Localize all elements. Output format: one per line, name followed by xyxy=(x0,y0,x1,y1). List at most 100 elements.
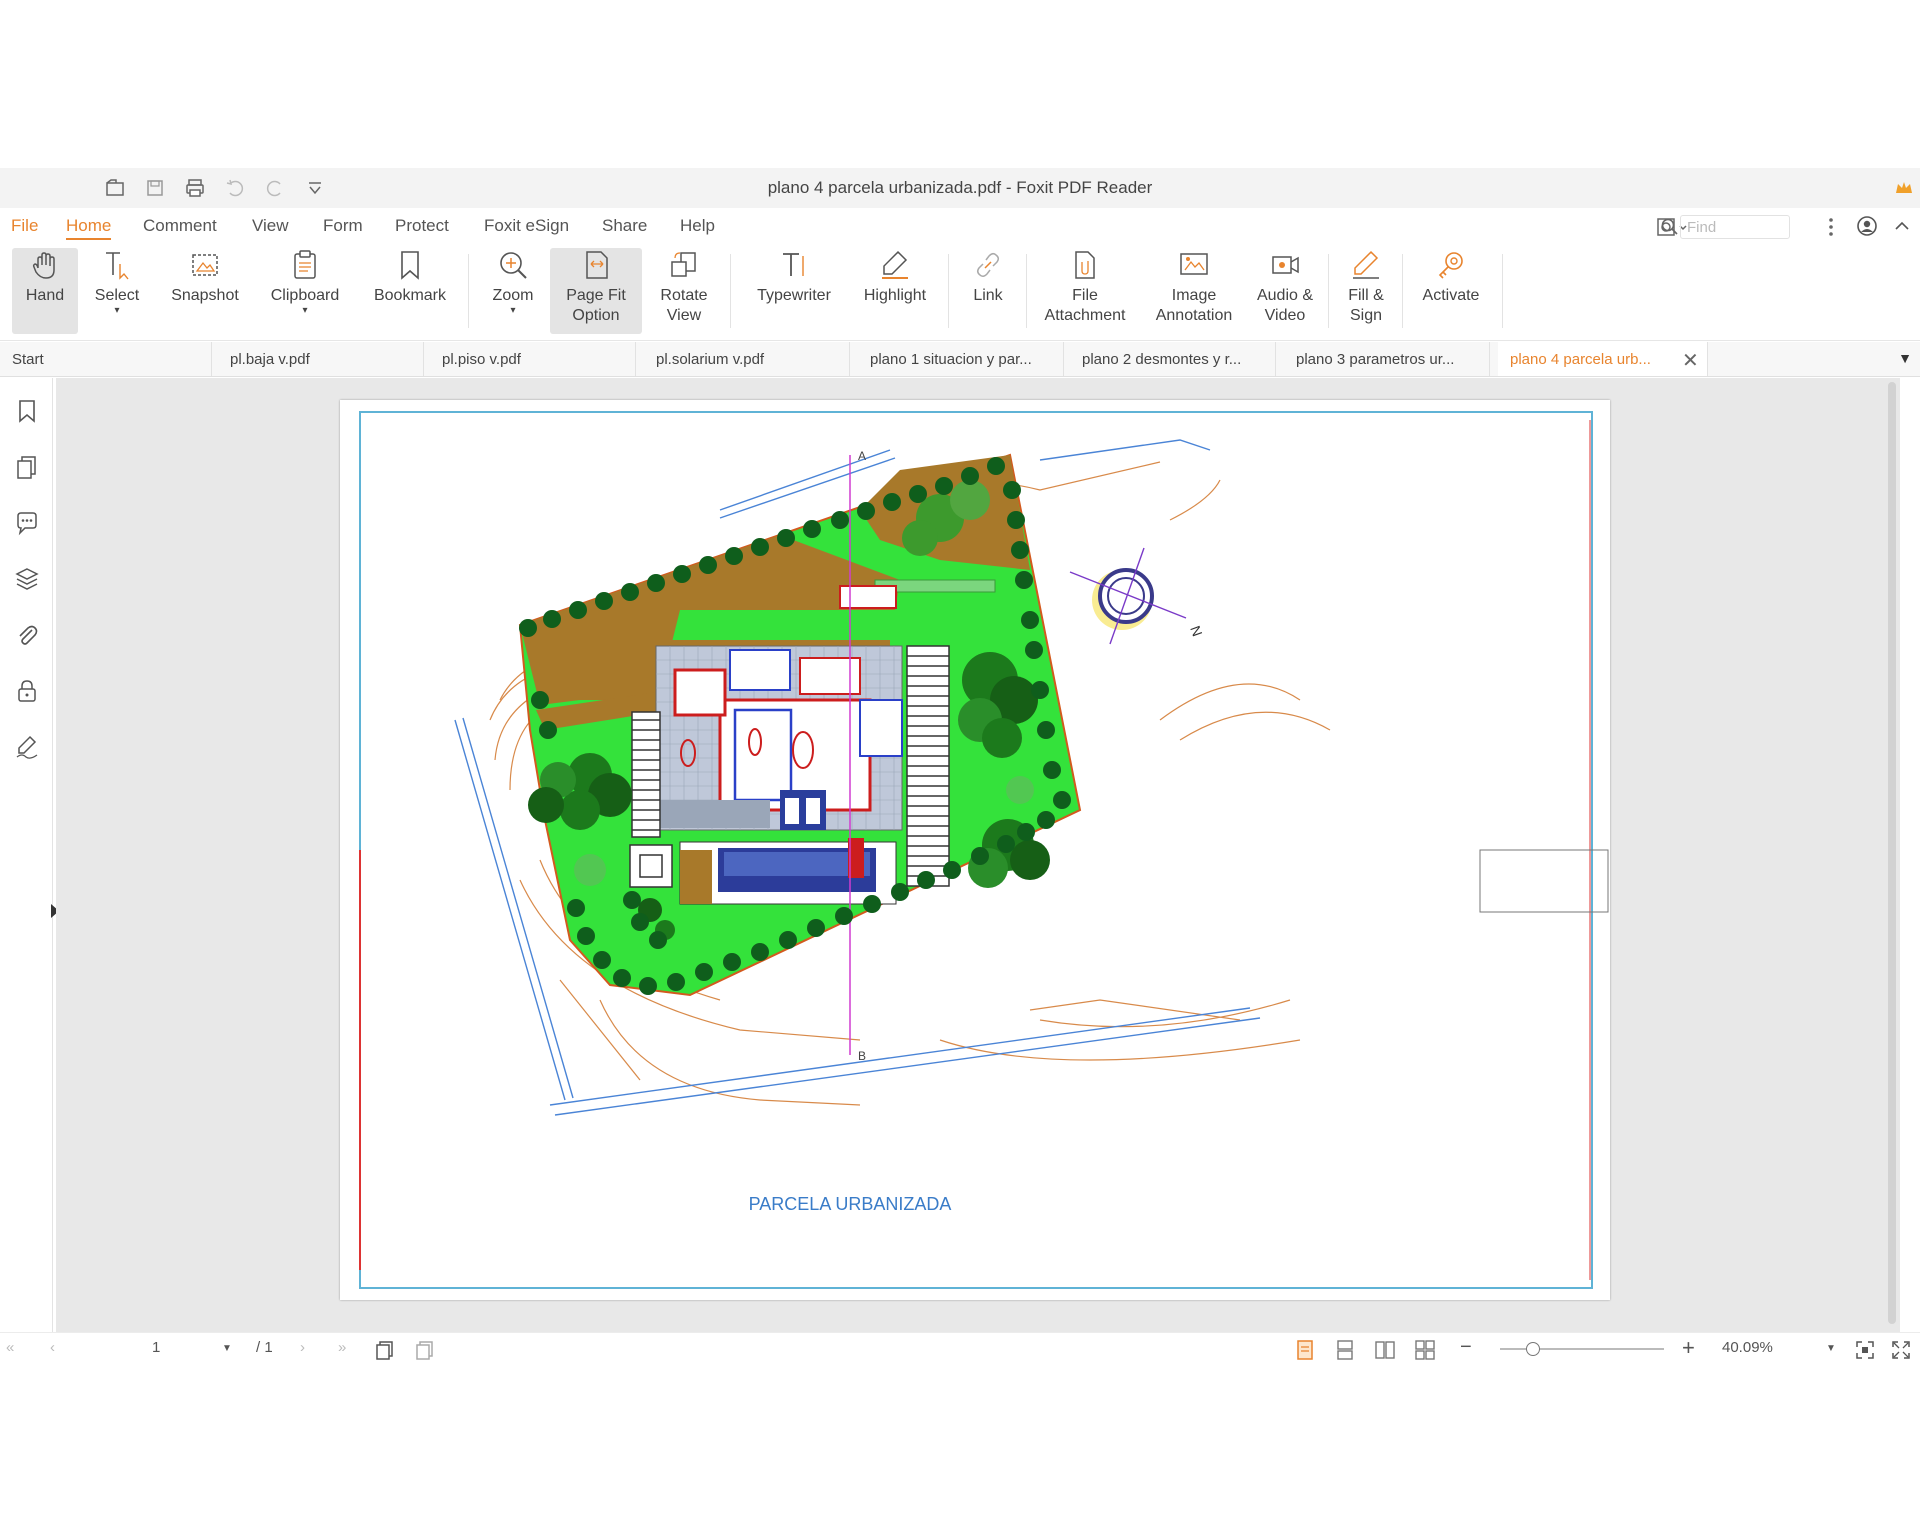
pages-panel-icon[interactable] xyxy=(14,454,40,480)
section-label-a: A xyxy=(858,449,866,463)
page-dropdown-icon[interactable]: ▼ xyxy=(222,1343,232,1354)
zoom-label: Zoom xyxy=(492,287,534,304)
fill-sign-button[interactable]: Fill & Sign xyxy=(1338,248,1394,334)
snapshot-icon xyxy=(192,254,218,276)
audio-video-button[interactable]: Audio & Video xyxy=(1250,248,1320,334)
continuous-facing-view-icon[interactable] xyxy=(1414,1339,1436,1361)
clipboard-dropdown-icon[interactable]: ▾ xyxy=(302,306,307,316)
link-button[interactable]: Link xyxy=(960,248,1016,334)
menu-foxit-esign[interactable]: Foxit eSign xyxy=(484,216,569,236)
clipboard-label: Clipboard xyxy=(270,287,340,304)
fill-sign-icon xyxy=(1353,250,1379,279)
ribbon-separator xyxy=(1026,254,1027,328)
menu-home[interactable]: Home xyxy=(66,216,112,240)
select-text-icon xyxy=(106,252,129,280)
bookmark-label: Bookmark xyxy=(373,287,447,304)
first-page-icon[interactable]: « xyxy=(6,1339,14,1356)
tab-plano-4-active[interactable]: plano 4 parcela urb... xyxy=(1498,342,1708,376)
single-page-view-icon[interactable] xyxy=(1294,1339,1316,1361)
zoom-in-icon[interactable]: + xyxy=(1682,1335,1695,1361)
search-icon xyxy=(1661,218,1678,235)
vertical-scrollbar[interactable] xyxy=(1888,382,1896,1324)
tab-plano-1[interactable]: plano 1 situacion y par... xyxy=(858,342,1064,376)
full-screen-icon[interactable] xyxy=(1890,1339,1912,1361)
ribbon-separator xyxy=(1328,254,1329,328)
rotate-label-line1: Rotate xyxy=(660,287,708,304)
facing-view-icon[interactable] xyxy=(1374,1339,1396,1361)
continuous-view-icon[interactable] xyxy=(1334,1339,1356,1361)
signature-panel-icon[interactable] xyxy=(14,734,40,760)
zoom-button[interactable]: Zoom ▾ xyxy=(480,248,546,334)
account-icon[interactable] xyxy=(1856,215,1878,237)
clipboard-button[interactable]: Clipboard ▾ xyxy=(260,248,350,334)
fill-sign-line2: Sign xyxy=(1349,307,1383,324)
select-tool-button[interactable]: Select ▾ xyxy=(86,248,148,334)
zoom-out-icon[interactable]: − xyxy=(1460,1336,1472,1359)
tab-plano-3[interactable]: plano 3 parametros ur... xyxy=(1284,342,1490,376)
pdf-page: A B N PARCELA URBANIZADA xyxy=(340,400,1610,1300)
security-panel-icon[interactable] xyxy=(14,678,40,704)
attachments-panel-icon[interactable] xyxy=(14,622,40,648)
menu-comment[interactable]: Comment xyxy=(143,216,217,236)
file-attachment-icon xyxy=(1075,251,1095,279)
hand-tool-button[interactable]: Hand xyxy=(12,248,78,334)
select-dropdown-icon[interactable]: ▾ xyxy=(114,306,119,316)
page-fit-icon xyxy=(586,251,608,279)
window-title: plano 4 parcela urbanizada.pdf - Foxit P… xyxy=(767,178,1153,197)
file-attachment-line2: Attachment xyxy=(1044,307,1126,324)
tab-plano-2[interactable]: plano 2 desmontes y r... xyxy=(1070,342,1276,376)
menu-protect[interactable]: Protect xyxy=(395,216,449,236)
highlight-button[interactable]: Highlight xyxy=(852,248,938,334)
zoom-dropdown-icon[interactable]: ▼ xyxy=(1826,1343,1836,1354)
north-arrow-compass: N xyxy=(1069,547,1206,645)
more-options-icon[interactable] xyxy=(1826,216,1836,238)
tab-start[interactable]: Start xyxy=(0,342,212,376)
zoom-level[interactable]: 40.09% xyxy=(1722,1339,1773,1356)
fit-page-icon[interactable] xyxy=(1854,1339,1876,1361)
zoom-dropdown-icon[interactable]: ▾ xyxy=(510,306,515,316)
crown-icon[interactable] xyxy=(1894,178,1914,198)
layers-panel-icon[interactable] xyxy=(14,566,40,592)
file-attachment-line1: File xyxy=(1072,287,1098,304)
link-label: Link xyxy=(973,287,1003,304)
typewriter-icon xyxy=(783,253,804,276)
last-page-icon[interactable]: » xyxy=(338,1339,346,1356)
collapse-ribbon-icon[interactable] xyxy=(1892,216,1912,236)
find-box[interactable]: Find xyxy=(1660,214,1810,240)
file-attachment-button[interactable]: File Attachment xyxy=(1036,248,1134,334)
next-view-icon[interactable] xyxy=(414,1339,436,1361)
ribbon-separator xyxy=(468,254,469,328)
menu-form[interactable]: Form xyxy=(323,216,363,236)
clipboard-icon xyxy=(294,250,316,279)
bookmarks-panel-icon[interactable] xyxy=(14,398,40,424)
select-label: Select xyxy=(94,287,140,304)
rotate-view-button[interactable]: Rotate View xyxy=(650,248,718,334)
hand-icon xyxy=(32,252,55,279)
page-fit-option-button[interactable]: Page Fit Option xyxy=(550,248,642,334)
ribbon-separator xyxy=(948,254,949,328)
activate-button[interactable]: Activate xyxy=(1412,248,1490,334)
menu-view[interactable]: View xyxy=(252,216,289,236)
title-bar: plano 4 parcela urbanizada.pdf - Foxit P… xyxy=(0,168,1920,208)
menu-help[interactable]: Help xyxy=(680,216,715,236)
tab-pl-solarium[interactable]: pl.solarium v.pdf xyxy=(644,342,850,376)
zoom-slider-track[interactable] xyxy=(1500,1348,1664,1350)
snapshot-button[interactable]: Snapshot xyxy=(160,248,250,334)
tab-pl-piso[interactable]: pl.piso v.pdf xyxy=(430,342,636,376)
image-annotation-button[interactable]: Image Annotation xyxy=(1144,248,1244,334)
next-page-icon[interactable]: › xyxy=(300,1339,305,1356)
comments-panel-icon[interactable] xyxy=(14,510,40,536)
close-tab-icon[interactable]: ✕ xyxy=(1682,348,1699,373)
tab-pl-baja[interactable]: pl.baja v.pdf xyxy=(218,342,424,376)
previous-page-icon[interactable]: ‹ xyxy=(50,1339,55,1356)
menu-file[interactable]: File xyxy=(11,216,38,236)
menu-share[interactable]: Share xyxy=(602,216,647,236)
find-input[interactable]: Find xyxy=(1680,215,1790,239)
bookmark-button[interactable]: Bookmark xyxy=(362,248,458,334)
menu-bar: File Home Comment View Form Protect Foxi… xyxy=(0,208,1920,244)
page-number-input[interactable]: 1 xyxy=(152,1339,160,1356)
zoom-slider-knob[interactable] xyxy=(1526,1342,1540,1356)
tab-list-dropdown-icon[interactable]: ▼ xyxy=(1898,350,1912,366)
previous-view-icon[interactable] xyxy=(374,1339,396,1361)
typewriter-button[interactable]: Typewriter xyxy=(744,248,844,334)
